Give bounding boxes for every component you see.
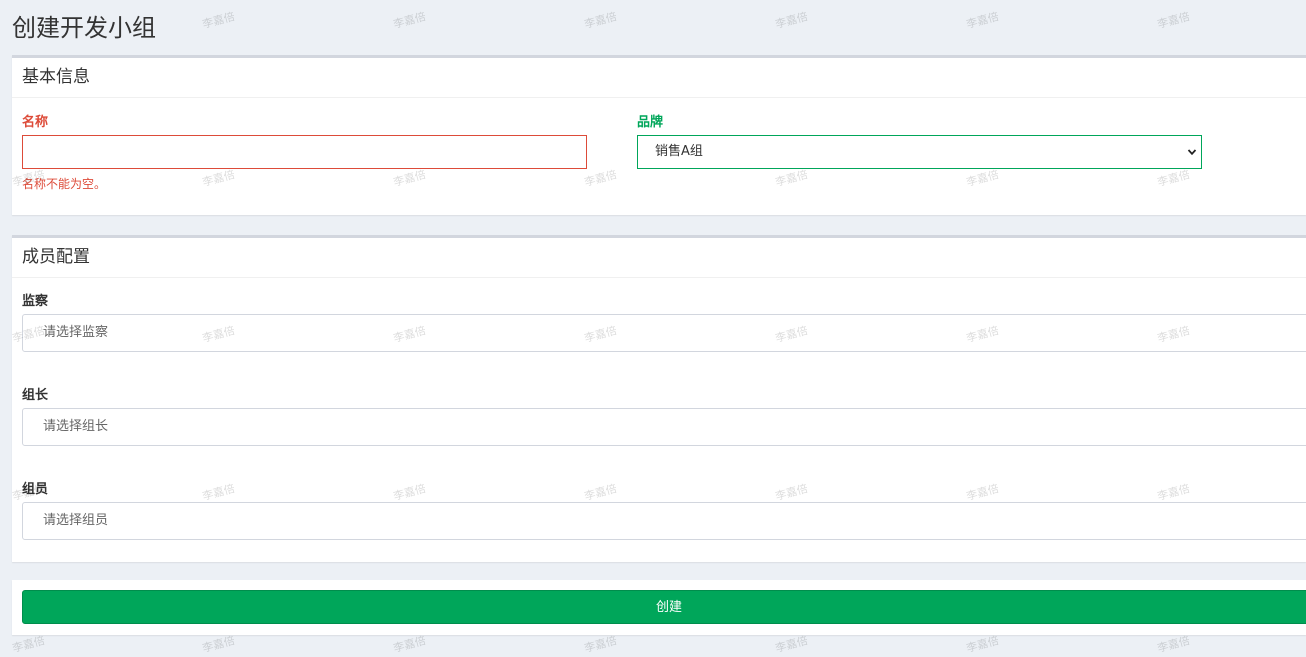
members-box: 成员配置 监察 请选择监察 组长 请选择组长 组员 请选择组员 — [12, 235, 1306, 562]
supervisor-placeholder: 请选择监察 — [43, 325, 109, 340]
chevron-down-icon — [1187, 149, 1197, 156]
members-title: 成员配置 — [22, 247, 90, 267]
members-header: 成员配置 — [12, 238, 1306, 278]
supervisor-label: 监察 — [22, 294, 49, 309]
watermark-text: 李嘉倍 — [11, 633, 47, 656]
watermark-text: 李嘉倍 — [201, 9, 237, 32]
supervisor-select[interactable]: 请选择监察 — [22, 314, 1306, 352]
leader-placeholder: 请选择组长 — [43, 419, 109, 434]
basic-info-header: 基本信息 — [12, 58, 1306, 98]
leader-select[interactable]: 请选择组长 — [22, 408, 1306, 446]
page-title: 创建开发小组 — [12, 14, 156, 42]
brand-label: 品牌 — [637, 115, 664, 130]
watermark-text: 李嘉倍 — [583, 9, 619, 32]
member-label: 组员 — [22, 482, 49, 497]
basic-info-title: 基本信息 — [22, 67, 90, 87]
leader-label: 组长 — [22, 388, 49, 403]
name-input[interactable] — [22, 135, 587, 169]
watermark-text: 李嘉倍 — [965, 9, 1001, 32]
watermark-text: 李嘉倍 — [392, 9, 428, 32]
watermark-text: 李嘉倍 — [965, 633, 1001, 656]
actions-box: 创建 — [12, 580, 1306, 635]
name-label: 名称 — [22, 115, 49, 130]
watermark-text: 李嘉倍 — [1156, 9, 1192, 32]
create-button[interactable]: 创建 — [22, 590, 1306, 624]
watermark-text: 李嘉倍 — [392, 633, 428, 656]
member-placeholder: 请选择组员 — [43, 513, 109, 528]
brand-select[interactable]: 销售A组 — [637, 135, 1202, 169]
brand-select-value: 销售A组 — [655, 144, 703, 159]
watermark-text: 李嘉倍 — [774, 9, 810, 32]
watermark-text: 李嘉倍 — [201, 633, 237, 656]
name-error-message: 名称不能为空。 — [22, 177, 107, 191]
member-select[interactable]: 请选择组员 — [22, 502, 1306, 540]
watermark-text: 李嘉倍 — [774, 633, 810, 656]
basic-info-box: 基本信息 名称 名称不能为空。 品牌 销售A组 — [12, 55, 1306, 215]
watermark-text: 李嘉倍 — [1156, 633, 1192, 656]
watermark-text: 李嘉倍 — [583, 633, 619, 656]
